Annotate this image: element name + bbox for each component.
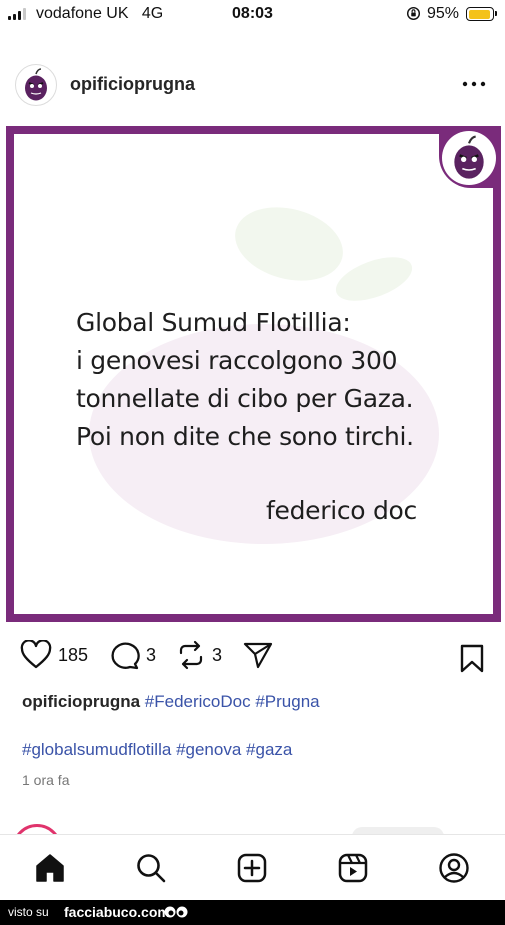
avatar[interactable] (15, 64, 57, 106)
heart-icon[interactable] (20, 640, 52, 670)
reels-icon[interactable] (336, 851, 370, 885)
post-actions: 185 3 3 (0, 640, 505, 680)
comment-action[interactable]: 3 (108, 640, 156, 670)
brand-logo (442, 131, 496, 185)
orientation-lock-icon (406, 6, 421, 21)
logo-corner (439, 126, 501, 188)
create-icon[interactable] (235, 851, 269, 885)
hashtag-link[interactable]: #genova (176, 740, 241, 759)
next-post-peek (0, 818, 505, 834)
site-watermark: visto su facciabuco.com (0, 900, 505, 925)
quote-line: Poi non dite che sono tirchi. (76, 422, 414, 451)
quote-line: i genovesi raccolgono 300 (76, 346, 398, 375)
post-header: opificioprugna (0, 56, 505, 116)
plum-logo-icon (25, 68, 47, 101)
search-icon[interactable] (134, 851, 168, 885)
quote-author: federico doc (266, 496, 417, 525)
hashtag-link[interactable]: #gaza (246, 740, 292, 759)
repost-icon[interactable] (176, 640, 206, 670)
hashtag-link[interactable]: #Prugna (255, 692, 319, 711)
comment-count: 3 (146, 644, 157, 665)
quote-line: Global Sumud Flotillia: (76, 308, 351, 337)
watermark-prefix: visto su (8, 905, 49, 919)
home-icon[interactable] (33, 851, 67, 885)
hashtag-link[interactable]: #FedericoDoc (145, 692, 251, 711)
quote-text: Global Sumud Flotillia: i genovesi racco… (76, 304, 414, 456)
bookmark-icon[interactable] (459, 644, 485, 674)
send-icon[interactable] (243, 640, 273, 670)
bottom-navigation (0, 834, 505, 900)
quote-line: tonnellate di cibo per Gaza. (76, 384, 414, 413)
battery-icon (466, 7, 497, 21)
googly-eyes-icon (164, 906, 188, 918)
comment-icon[interactable] (108, 640, 140, 670)
like-action[interactable]: 185 (20, 640, 88, 670)
share-action[interactable] (243, 640, 273, 670)
caption: opificioprugna #FedericoDoc #Prugna (22, 692, 320, 712)
battery-percent: 95% (427, 5, 460, 22)
post-timestamp: 1 ora fa (22, 772, 70, 788)
post-username[interactable]: opificioprugna (70, 74, 195, 95)
repost-action[interactable]: 3 (176, 640, 222, 670)
follow-button-placeholder[interactable] (352, 827, 444, 834)
watermark-site: facciabuco.com (64, 904, 170, 920)
story-ring-avatar[interactable] (12, 824, 62, 834)
like-count: 185 (58, 644, 89, 665)
quote-card: Global Sumud Flotillia: i genovesi racco… (14, 134, 493, 614)
hashtag-link[interactable]: #globalsumudflotilla (22, 740, 171, 759)
caption-hashtags: #globalsumudflotilla #genova #gaza (22, 740, 292, 760)
plum-logo-icon (454, 135, 484, 179)
status-bar: vodafone UK 4G 08:03 95% (0, 0, 505, 30)
ellipsis-horizontal-icon[interactable] (461, 74, 487, 94)
repost-count: 3 (212, 644, 223, 665)
caption-username[interactable]: opificioprugna (22, 692, 140, 711)
profile-icon[interactable] (437, 851, 471, 885)
post-image[interactable]: Global Sumud Flotillia: i genovesi racco… (6, 126, 501, 622)
